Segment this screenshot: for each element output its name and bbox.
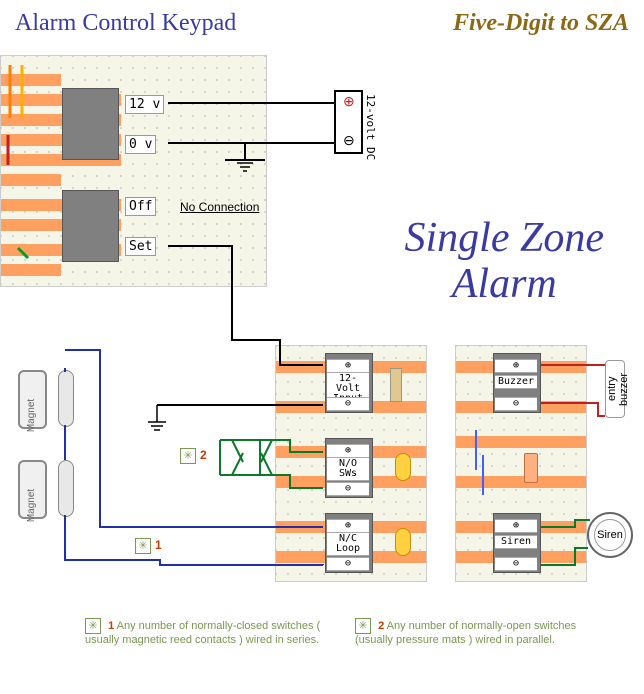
pin-plus-2: ⊕ — [327, 444, 369, 458]
label-nc-loop: N/CLoop — [327, 532, 369, 556]
marker-2-inline: ✳2 — [180, 448, 207, 464]
label-0v: 0 v — [125, 135, 156, 154]
label-no-connection: No Connection — [180, 200, 259, 214]
dc-minus: ⊖ — [343, 133, 355, 150]
star-icon: ✳ — [85, 618, 101, 634]
label-buzzer: Buzzer — [495, 375, 537, 389]
copper — [1, 74, 61, 86]
footnote-1-text: Any number of normally-closed switches (… — [85, 620, 320, 646]
entry-buzzer-box: entry buzzer — [605, 360, 625, 418]
jumper — [482, 455, 484, 495]
pin-minus-1: ⊖ — [327, 397, 369, 411]
copper — [1, 174, 61, 186]
pin-minus-3: ⊖ — [327, 557, 369, 571]
terminal-block-offset — [62, 190, 119, 262]
marker-1-inline: ✳1 — [135, 538, 162, 554]
copper — [1, 264, 61, 276]
label-no-sws: N/OSWs — [327, 457, 369, 481]
pin-plus-1: ⊕ — [327, 359, 369, 373]
dc-supply: ⊕ ⊖ — [334, 90, 363, 154]
label-off: Off — [125, 197, 156, 216]
reed-2 — [58, 460, 74, 517]
footnote-2-num: 2 — [378, 620, 384, 632]
pin-plus-b: ⊕ — [495, 359, 537, 373]
label-set: Set — [125, 237, 156, 256]
title-main-l2: Alarm — [452, 261, 557, 307]
siren-device-label: Siren — [597, 529, 623, 541]
capacitor-2 — [395, 528, 411, 556]
footnote-1-num: 1 — [108, 620, 114, 632]
label-siren: Siren — [495, 535, 537, 549]
magnet-2-label: Magnet — [26, 489, 37, 522]
title-keypad: Alarm Control Keypad — [15, 10, 236, 37]
pin-minus-2: ⊖ — [327, 482, 369, 496]
title-link: Five-Digit to SZA — [453, 10, 629, 37]
pin-minus-b: ⊖ — [495, 397, 537, 411]
footnote-2-text: Any number of normally-open switches (us… — [355, 620, 576, 646]
footnote-2: ✳ 2 Any number of normally-open switches… — [355, 618, 605, 646]
footnote-1: ✳ 1 Any number of normally-closed switch… — [85, 618, 335, 646]
label-12v: 12 v — [125, 95, 164, 114]
pin-plus-3: ⊕ — [327, 519, 369, 533]
dc-plus: ⊕ — [343, 94, 355, 111]
jumper — [475, 430, 477, 470]
star-icon: ✳ — [355, 618, 371, 634]
copper — [456, 476, 586, 488]
dc-label: 12-volt DC — [364, 94, 377, 160]
resistor — [390, 368, 402, 402]
terminal-block-power — [62, 88, 119, 160]
title-main-l1: Single Zone — [405, 215, 604, 261]
capacitor-1 — [395, 453, 411, 481]
diode-block — [524, 453, 538, 483]
title-main: Single Zone Alarm — [405, 215, 604, 307]
pin-minus-s: ⊖ — [495, 557, 537, 571]
entry-buzzer-label: entry buzzer — [606, 361, 630, 417]
magnet-1-label: Magnet — [26, 399, 37, 432]
reed-1 — [58, 370, 74, 427]
siren-device: Siren — [587, 512, 633, 558]
pin-plus-s: ⊕ — [495, 519, 537, 533]
